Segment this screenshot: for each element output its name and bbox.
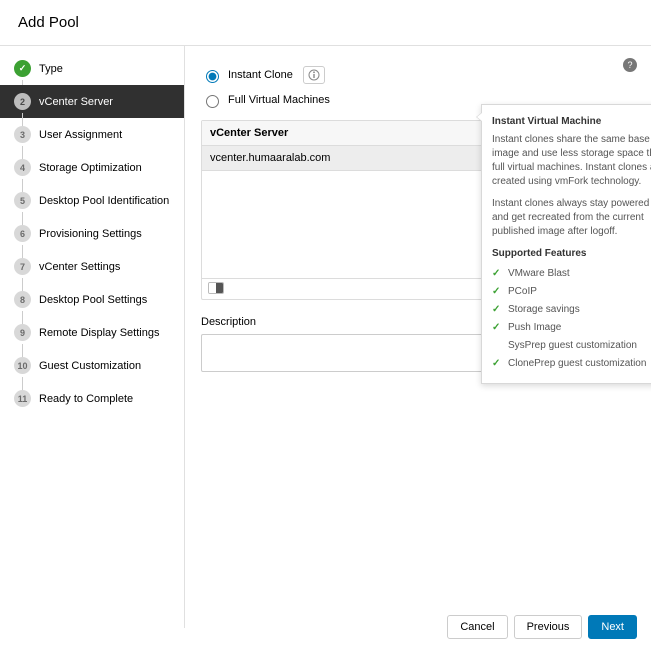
step-guest-customization[interactable]: 10 Guest Customization — [0, 349, 184, 382]
previous-button[interactable]: Previous — [514, 615, 583, 639]
popover-paragraph: Instant clones always stay powered on an… — [492, 197, 651, 239]
step-type[interactable]: ✓ Type — [0, 52, 184, 85]
instant-clone-label: Instant Clone — [228, 69, 293, 81]
feature-item: ✓Push Image — [492, 319, 651, 337]
step-label: Type — [39, 63, 63, 75]
popover-pointer-icon — [477, 113, 482, 121]
wizard-sidebar: ✓ Type 2 vCenter Server 3 User Assignmen… — [0, 46, 185, 628]
check-icon: ✓ — [492, 267, 502, 281]
feature-item: ✓ClonePrep guest customization — [492, 355, 651, 373]
popover-paragraph: Instant clones share the same base image… — [492, 133, 651, 189]
step-vcenter-settings[interactable]: 7 vCenter Settings — [0, 250, 184, 283]
step-label: Ready to Complete — [39, 393, 133, 405]
check-icon: ✓ — [492, 303, 502, 317]
step-number-icon: 3 — [14, 126, 31, 143]
main-area: ✓ Type 2 vCenter Server 3 User Assignmen… — [0, 46, 651, 628]
step-number-icon: 4 — [14, 159, 31, 176]
step-vcenter-server[interactable]: 2 vCenter Server — [0, 85, 184, 118]
wizard-content: ? Instant Clone Full Virtual Machines vC… — [185, 46, 651, 628]
step-ready-to-complete[interactable]: 11 Ready to Complete — [0, 382, 184, 415]
step-label: vCenter Server — [39, 96, 113, 108]
step-number-icon: 11 — [14, 390, 31, 407]
dialog-title: Add Pool — [18, 14, 633, 31]
feature-item: SysPrep guest customization — [492, 337, 651, 355]
step-storage-optimization[interactable]: 4 Storage Optimization — [0, 151, 184, 184]
check-icon: ✓ — [492, 357, 502, 371]
step-number-icon: 7 — [14, 258, 31, 275]
feature-item: ✓VMware Blast — [492, 265, 651, 283]
popover-subtitle: Supported Features — [492, 247, 651, 261]
step-user-assignment[interactable]: 3 User Assignment — [0, 118, 184, 151]
check-icon: ✓ — [14, 60, 31, 77]
next-button[interactable]: Next — [588, 615, 637, 639]
step-label: Desktop Pool Settings — [39, 294, 147, 306]
description-textarea[interactable] — [201, 334, 501, 372]
step-label: Desktop Pool Identification — [39, 195, 169, 207]
check-icon: ✓ — [492, 321, 502, 335]
step-label: Guest Customization — [39, 360, 141, 372]
info-button[interactable] — [303, 66, 325, 84]
step-label: Storage Optimization — [39, 162, 142, 174]
dialog-footer: Cancel Previous Next — [0, 605, 651, 649]
feature-item: ✓PCoIP — [492, 283, 651, 301]
step-number-icon: 10 — [14, 357, 31, 374]
feature-item: ✓Storage savings — [492, 301, 651, 319]
step-remote-display-settings[interactable]: 9 Remote Display Settings — [0, 316, 184, 349]
feature-list: ✓VMware Blast ✓PCoIP ✓Storage savings ✓P… — [492, 265, 651, 373]
step-label: User Assignment — [39, 129, 122, 141]
full-vm-label: Full Virtual Machines — [228, 94, 330, 106]
step-number-icon: 5 — [14, 192, 31, 209]
dialog-header: Add Pool — [0, 0, 651, 46]
step-number-icon: 2 — [14, 93, 31, 110]
step-number-icon: 9 — [14, 324, 31, 341]
full-vm-radio[interactable] — [206, 95, 219, 108]
step-desktop-pool-identification[interactable]: 5 Desktop Pool Identification — [0, 184, 184, 217]
step-desktop-pool-settings[interactable]: 8 Desktop Pool Settings — [0, 283, 184, 316]
check-icon: ✓ — [492, 285, 502, 299]
step-provisioning-settings[interactable]: 6 Provisioning Settings — [0, 217, 184, 250]
step-number-icon: 6 — [14, 225, 31, 242]
column-toggle-icon[interactable] — [208, 282, 224, 294]
instant-clone-info-popover: ✕ Instant Virtual Machine Instant clones… — [481, 104, 651, 384]
instant-clone-radio[interactable] — [206, 70, 219, 83]
step-label: vCenter Settings — [39, 261, 120, 273]
step-number-icon: 8 — [14, 291, 31, 308]
cancel-button[interactable]: Cancel — [447, 615, 507, 639]
clone-type-instant-row: Instant Clone — [201, 66, 635, 84]
step-label: Remote Display Settings — [39, 327, 159, 339]
popover-title: Instant Virtual Machine — [492, 115, 651, 129]
step-label: Provisioning Settings — [39, 228, 142, 240]
info-icon — [308, 69, 320, 81]
